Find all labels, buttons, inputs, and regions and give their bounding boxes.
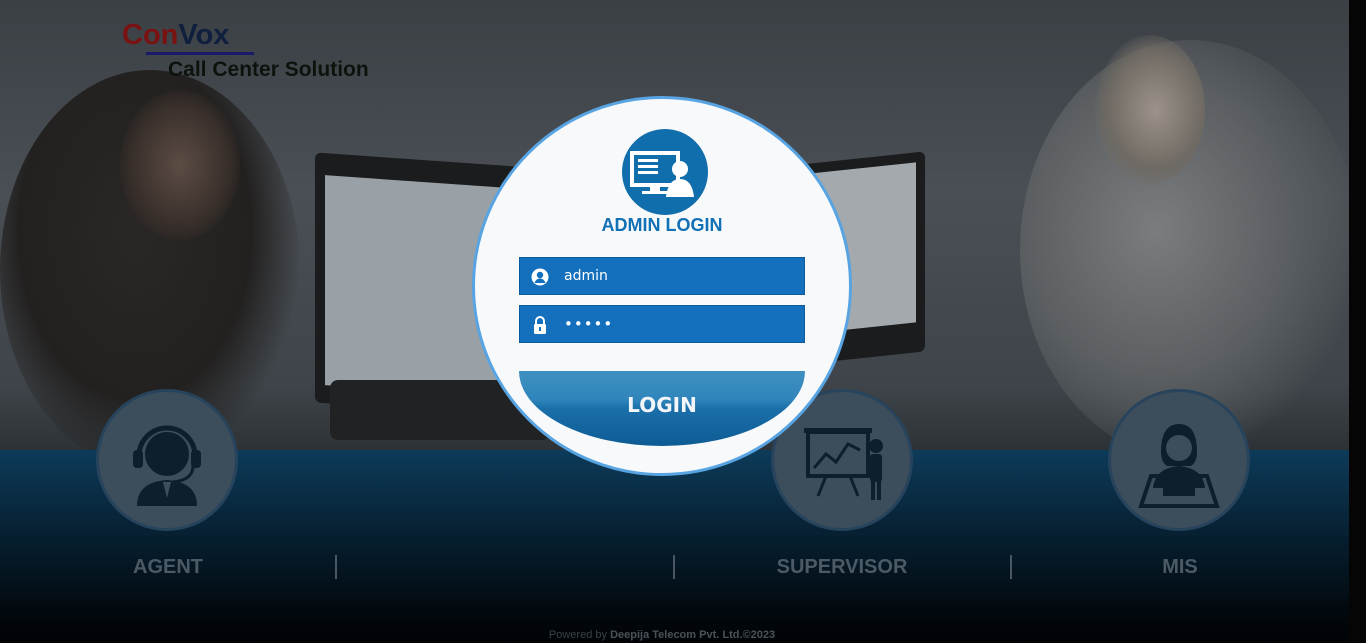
- person-left-head: [120, 90, 240, 240]
- mis-role-label[interactable]: MIS: [1080, 556, 1280, 579]
- logo-underline: [146, 52, 254, 55]
- divider-3: [1010, 555, 1012, 579]
- mis-role-button[interactable]: [1108, 389, 1250, 531]
- user-icon: [531, 268, 549, 286]
- admin-login-panel: ADMIN LOGIN LOGIN: [472, 96, 852, 476]
- logo-vox-text: Vox: [178, 19, 230, 51]
- convox-logo: ConVox Call Center Solution: [122, 18, 369, 81]
- password-field[interactable]: [519, 305, 805, 343]
- username-input[interactable]: [564, 258, 794, 294]
- footer-credit: Powered by Deepija Telecom Pvt. Ltd.©202…: [0, 629, 1324, 641]
- person-right-head: [1095, 35, 1205, 185]
- divider-2: [673, 555, 675, 579]
- logo-con-text: Con: [122, 19, 179, 51]
- footer-company: Deepija Telecom Pvt. Ltd.©2023: [610, 629, 776, 641]
- page-scrollbar[interactable]: [1349, 0, 1366, 643]
- admin-monitor-icon: [622, 129, 708, 215]
- divider-1: [335, 555, 337, 579]
- supervisor-role-label[interactable]: SUPERVISOR: [742, 556, 942, 579]
- logo-tagline: Call Center Solution: [168, 58, 369, 81]
- password-input[interactable]: [564, 306, 794, 342]
- agent-role-label[interactable]: AGENT: [68, 556, 268, 579]
- operator-laptop-icon: [1138, 424, 1220, 508]
- logo-wordmark: ConVox: [122, 18, 229, 52]
- username-field[interactable]: [519, 257, 805, 295]
- login-button[interactable]: LOGIN: [519, 371, 805, 446]
- agent-role-button[interactable]: [96, 389, 238, 531]
- login-button-label: LOGIN: [627, 393, 697, 417]
- agent-headset-icon: [133, 425, 201, 506]
- footer-prefix: Powered by: [548, 629, 611, 641]
- lock-icon: [534, 316, 546, 334]
- admin-login-title: ADMIN LOGIN: [601, 215, 723, 235]
